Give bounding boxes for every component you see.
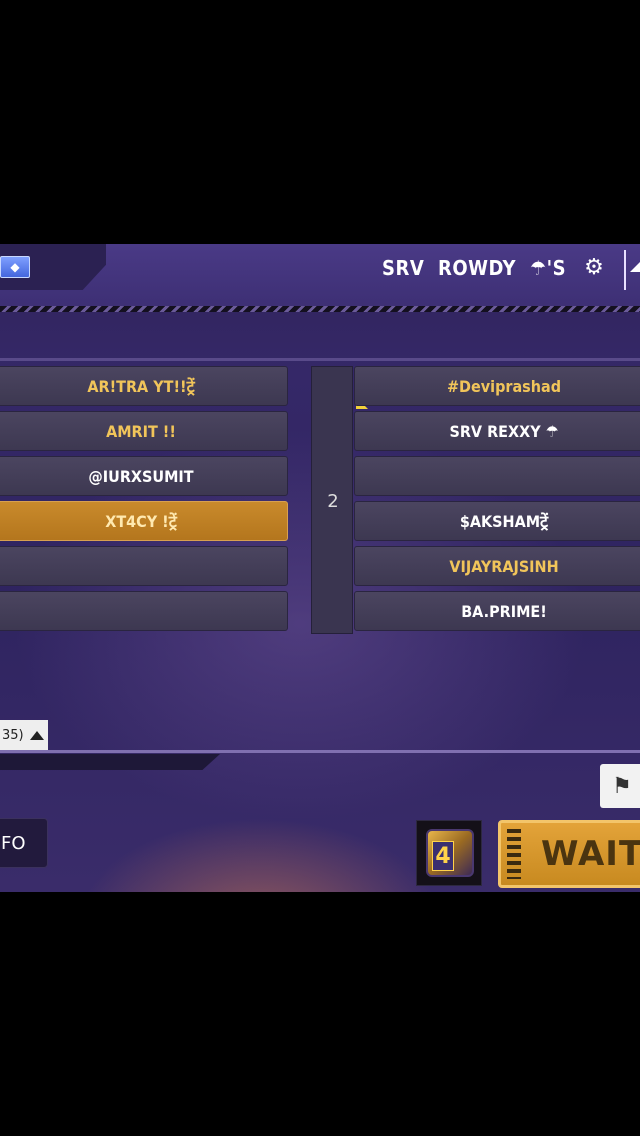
team-name-part-1: SRV bbox=[382, 256, 425, 280]
top-left-panel: ◆ bbox=[0, 244, 106, 290]
player-name: SRV REXXY ☂ bbox=[449, 421, 559, 441]
diamond-icon[interactable]: ◆ bbox=[0, 256, 30, 278]
player-name: @IURXSUMIT bbox=[88, 466, 194, 486]
dice-number: 4 bbox=[432, 841, 454, 871]
info-button[interactable]: FO bbox=[0, 818, 48, 868]
player-name: BA.PRIME! bbox=[461, 601, 547, 621]
player-count: 35) bbox=[2, 727, 24, 743]
info-label: FO bbox=[1, 832, 26, 854]
player-name: #Deviprashad bbox=[446, 376, 562, 396]
team-name-part-2: ROWDY bbox=[438, 256, 517, 280]
right-slot-1[interactable]: #Deviprashad bbox=[354, 366, 640, 406]
left-slot-4-selected[interactable]: XT4CY !ट्रें bbox=[0, 501, 288, 541]
home-icon[interactable] bbox=[624, 250, 640, 290]
dice-icon: 4 bbox=[426, 829, 474, 877]
chevron-up-icon bbox=[29, 730, 44, 740]
team-number: 2 bbox=[327, 491, 339, 512]
left-slot-1[interactable]: AR!TRA YT!!ट्रें bbox=[0, 366, 288, 406]
flag-add-icon[interactable]: ⚑ bbox=[600, 764, 640, 808]
left-slot-6-empty[interactable] bbox=[0, 591, 288, 631]
left-slot-3[interactable]: @IURXSUMIT bbox=[0, 456, 288, 496]
wait-button[interactable]: WAIT bbox=[498, 820, 640, 888]
hazard-stripe bbox=[0, 306, 640, 312]
right-slot-2[interactable]: SRV REXXY ☂ bbox=[354, 411, 640, 451]
player-name: AMRIT !! bbox=[106, 421, 176, 441]
bottom-divider bbox=[0, 750, 640, 753]
left-slot-5-empty[interactable] bbox=[0, 546, 288, 586]
player-name: $AKSHAMट्रें bbox=[459, 512, 549, 531]
right-slot-6[interactable]: BA.PRIME! bbox=[354, 591, 640, 631]
right-slot-4[interactable]: $AKSHAMट्रें bbox=[354, 501, 640, 541]
top-bar: ◆ SRV ROWDY ☂'S ⚙ bbox=[0, 244, 640, 308]
section-divider bbox=[0, 358, 640, 361]
left-slot-2[interactable]: AMRIT !! bbox=[0, 411, 288, 451]
player-count-toggle[interactable]: 35) bbox=[0, 720, 48, 750]
game-lobby-screen: ◆ SRV ROWDY ☂'S ⚙ AR!TRA YT!!ट्रें AMRIT… bbox=[0, 244, 640, 892]
player-name: AR!TRA YT!!ट्रें bbox=[87, 377, 195, 396]
right-slot-5[interactable]: VIJAYRAJSINH bbox=[354, 546, 640, 586]
player-name: VIJAYRAJSINH bbox=[449, 556, 559, 576]
gear-icon[interactable]: ⚙ bbox=[582, 256, 606, 280]
right-slot-3-empty[interactable] bbox=[354, 456, 640, 496]
bottom-tab-shape bbox=[0, 754, 220, 770]
team-name-part-3: ☂'S bbox=[530, 256, 567, 280]
player-name: XT4CY !ट्रें bbox=[105, 512, 177, 531]
dice-item-slot[interactable]: 4 bbox=[416, 820, 482, 886]
wait-label: WAIT bbox=[541, 834, 640, 874]
team-number-column: 2 bbox=[311, 366, 368, 634]
